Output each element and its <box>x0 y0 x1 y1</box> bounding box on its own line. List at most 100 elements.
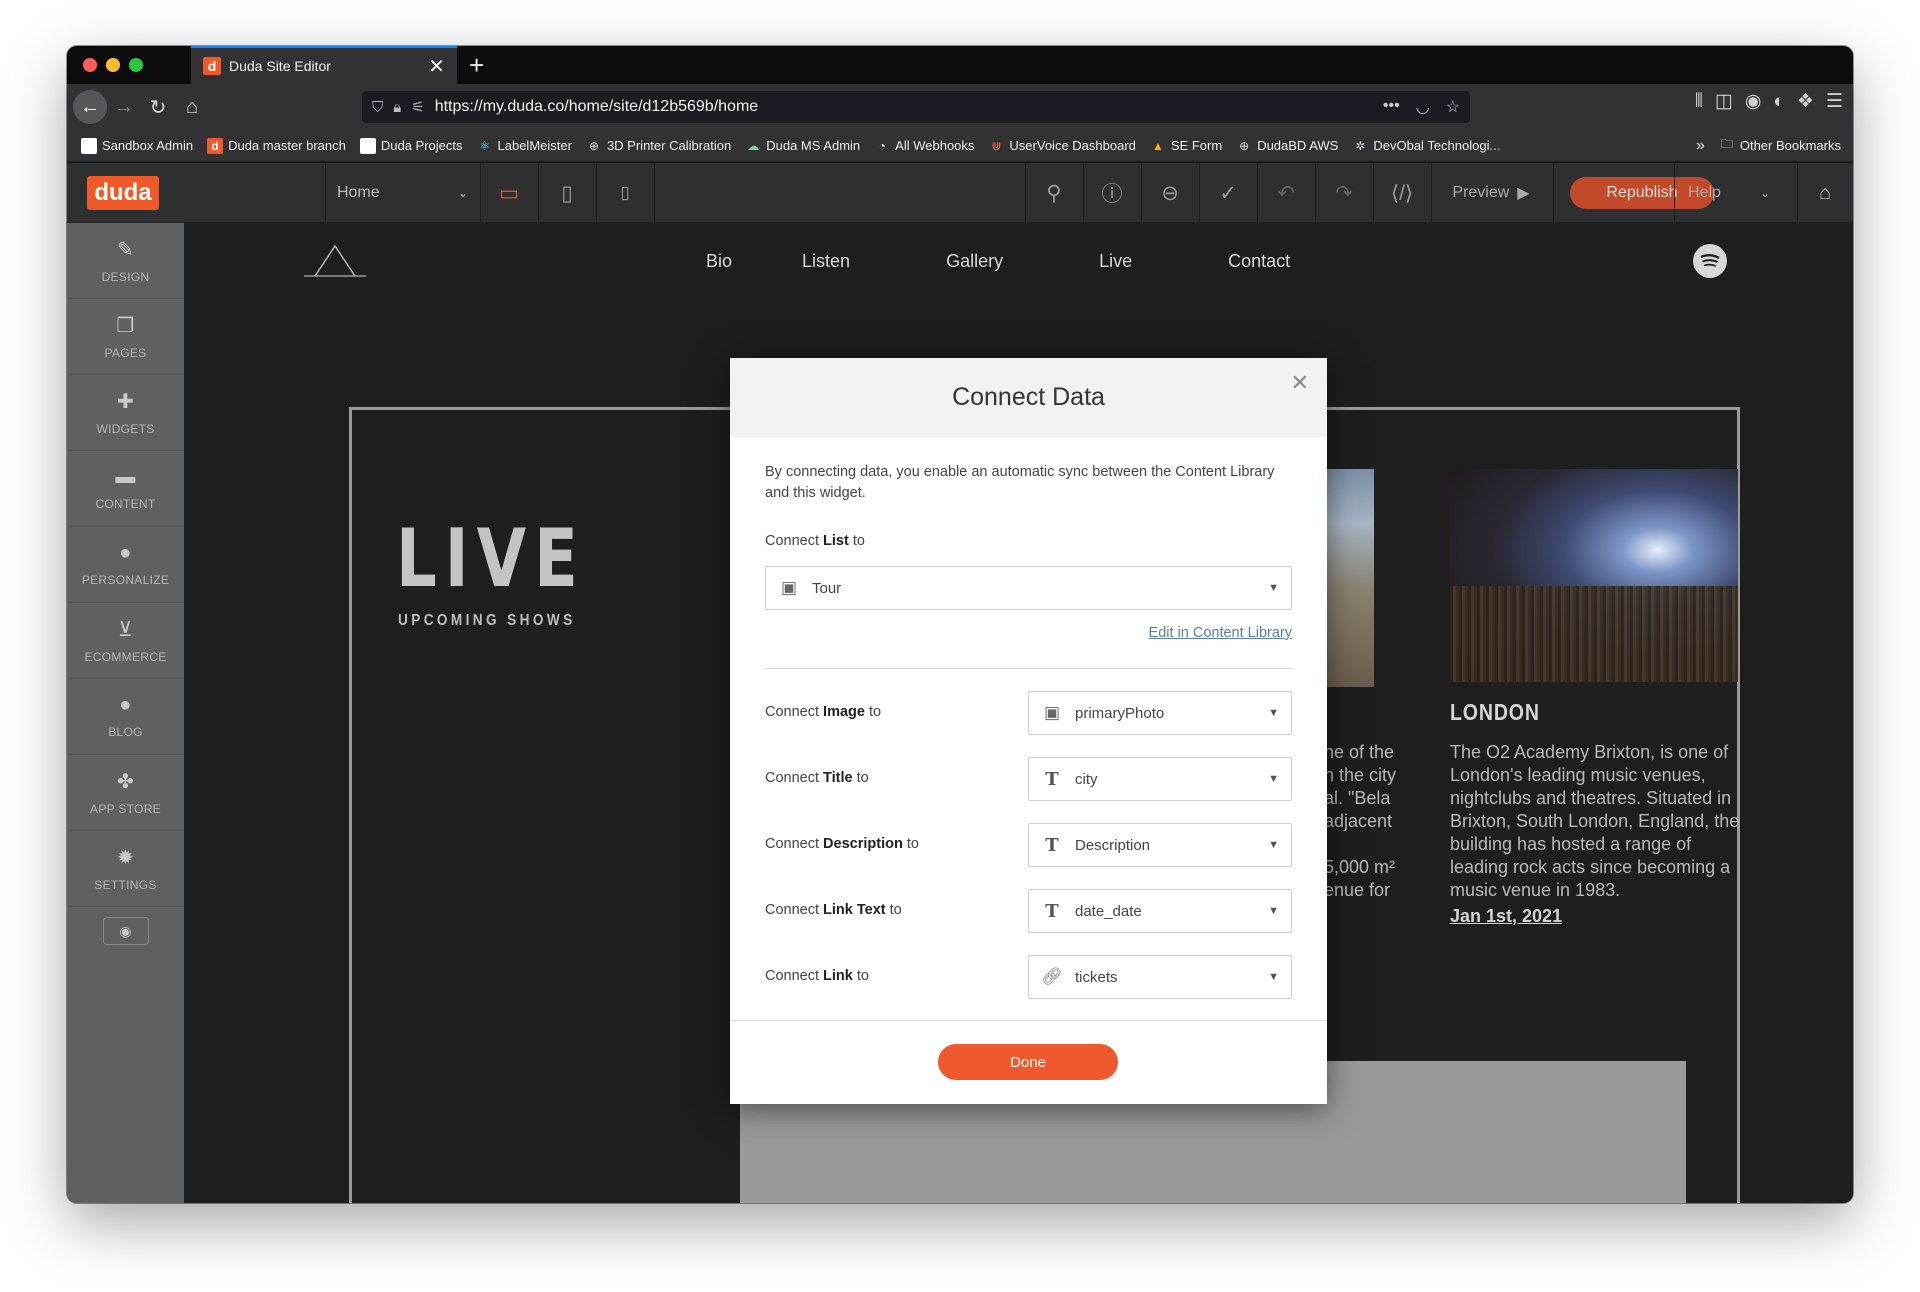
search-icon[interactable]: ⚲ <box>1025 163 1083 223</box>
done-button[interactable]: Done <box>938 1044 1118 1080</box>
mobile-view-icon[interactable]: ▯ <box>596 163 654 223</box>
chevron-down-icon: ▼ <box>1268 707 1279 719</box>
close-icon[interactable]: ✕ <box>1291 370 1309 396</box>
pocket-icon[interactable]: ◡ <box>1416 97 1430 117</box>
preview-label: Preview <box>1452 184 1510 201</box>
bookmark-star-icon[interactable]: ☆ <box>1446 97 1460 117</box>
sidebar-item-pages[interactable]: ❐ PAGES <box>67 299 184 375</box>
back-button[interactable]: ← <box>73 90 107 124</box>
more-icon[interactable]: ••• <box>1383 97 1400 117</box>
connect-title-select[interactable]: T city ▼ <box>1028 757 1292 801</box>
redo-icon[interactable]: ↷ <box>1315 163 1373 223</box>
site-nav-contact[interactable]: Contact <box>1228 251 1290 272</box>
window-controls <box>83 58 143 72</box>
sidebar-item-app-store[interactable]: ✤ APP STORE <box>67 755 184 831</box>
checkmark-icon[interactable]: ✓ <box>1199 163 1257 223</box>
bookmark-item[interactable]: ▲ SE Form <box>1150 138 1222 154</box>
bookmark-item[interactable]: ⊕ 3D Printer Calibration <box>586 138 731 154</box>
bookmark-item[interactable]: d Duda master branch <box>207 137 346 154</box>
shield-icon[interactable]: ⛉ <box>372 99 383 116</box>
connect-image-select[interactable]: ▣ primaryPhoto ▼ <box>1028 691 1292 735</box>
bookmark-item[interactable]: Sandbox Admin <box>81 137 193 154</box>
home-button[interactable]: ⌂ <box>175 90 209 124</box>
sidebar-item-content[interactable]: ▬ CONTENT <box>67 451 184 527</box>
bookmark-item[interactable]: ⊕ DudaBD AWS <box>1236 138 1338 154</box>
site-nav-bio[interactable]: Bio <box>706 251 732 272</box>
chevron-down-icon: ⌄ <box>1759 186 1770 200</box>
undo-icon[interactable]: ↶ <box>1257 163 1315 223</box>
sidebar-item-personalize[interactable]: ● PERSONALIZE <box>67 527 184 603</box>
bookmark-label: Duda Projects <box>380 138 463 153</box>
duda-logo[interactable]: duda <box>87 176 159 210</box>
forward-button[interactable]: → <box>107 90 141 124</box>
page-selector[interactable]: Home ⌄ <box>325 163 480 223</box>
extension-icon[interactable]: ◐ <box>1773 91 1784 113</box>
sidebar-item-ecommerce[interactable]: ⊻ ECOMMERCE <box>67 603 184 679</box>
minimize-window-button[interactable] <box>106 58 120 72</box>
bookmark-item[interactable]: Duda Projects <box>359 137 463 154</box>
text-icon: T <box>1045 834 1059 856</box>
permissions-icon[interactable]: ⚟ <box>411 98 424 116</box>
bookmark-label: Duda master branch <box>228 138 346 153</box>
sidebar-item-settings[interactable]: ✹ SETTINGS <box>67 831 184 907</box>
site-nav-live[interactable]: Live <box>1099 251 1132 272</box>
browser-tab[interactable]: d Duda Site Editor ✕ <box>191 46 457 84</box>
code-icon[interactable]: ⟨/⟩ <box>1373 163 1431 223</box>
close-window-button[interactable] <box>83 58 97 72</box>
info-icon[interactable]: ⓘ <box>1083 163 1141 223</box>
url-bar[interactable]: ⛉ 🔒︎ ⚟ https://my.duda.co/home/site/d12b… <box>362 91 1470 123</box>
site-nav-gallery[interactable]: Gallery <box>946 251 1003 272</box>
bookmark-item[interactable]: ⋓ UserVoice Dashboard <box>988 138 1136 154</box>
edit-in-content-library-link[interactable]: Edit in Content Library <box>1149 625 1292 641</box>
account-icon[interactable]: ◉ <box>1745 90 1762 113</box>
chat-icon: ● <box>119 694 132 716</box>
bookmark-item[interactable]: ◔ All Webhooks <box>874 138 975 154</box>
close-tab-icon[interactable]: ✕ <box>428 54 445 79</box>
dashboard-home-icon[interactable]: ⌂ <box>1797 163 1853 223</box>
other-bookmarks[interactable]: 🗀︎ Other Bookmarks <box>1719 137 1841 154</box>
help-dropdown[interactable]: Help ⌄ <box>1674 163 1784 223</box>
site-nav-listen[interactable]: Listen <box>802 251 850 272</box>
eye-toggle-icon[interactable]: ◉ <box>102 917 149 945</box>
bookmark-label: DudaBD AWS <box>1257 138 1339 153</box>
text-line: al. "Bela <box>1324 788 1391 808</box>
reload-button[interactable]: ↻ <box>141 90 175 124</box>
desktop-view-icon[interactable]: ▭ <box>480 163 538 223</box>
more-bookmarks-icon[interactable]: » <box>1696 137 1705 155</box>
label-bold: Description <box>823 836 903 852</box>
connect-list-select[interactable]: ▣ Tour ▼ <box>765 566 1292 610</box>
connect-description-select[interactable]: T Description ▼ <box>1028 823 1292 867</box>
duda-icon: d <box>207 137 224 154</box>
sidebar-item-label: DESIGN <box>101 270 150 284</box>
extensions-icon[interactable]: ❖ <box>1797 90 1814 113</box>
site-logo-icon[interactable] <box>304 243 366 281</box>
sidebar-item-widgets[interactable]: ✚ WIDGETS <box>67 375 184 451</box>
bookmark-item[interactable]: ☁ Duda MS Admin <box>745 138 860 154</box>
preview-button[interactable]: Preview ▶ <box>1431 163 1551 223</box>
tablet-view-icon[interactable]: ▯ <box>538 163 596 223</box>
react-icon: ⚛ <box>479 138 490 153</box>
connect-link-text-select[interactable]: T date_date ▼ <box>1028 889 1292 933</box>
sidebar-item-design[interactable]: ✎ DESIGN <box>67 223 184 299</box>
menu-icon[interactable]: ☰ <box>1826 90 1843 113</box>
connect-description-label: Connect Description to <box>765 836 919 852</box>
connect-title-label: Connect Title to <box>765 770 869 786</box>
maximize-window-button[interactable] <box>129 58 143 72</box>
library-icon[interactable]: ⫴ <box>1695 91 1703 113</box>
bookmark-item[interactable]: ✲ DevObal Technologi... <box>1352 138 1500 154</box>
spotify-icon[interactable] <box>1693 244 1727 278</box>
card-date-link[interactable]: Jan 1st, 2021 <box>1450 906 1562 927</box>
sidebar-item-label: PERSONALIZE <box>81 573 170 587</box>
show-image-london[interactable] <box>1450 469 1738 682</box>
label-bold: Image <box>823 704 865 720</box>
connect-link-select[interactable]: 🔗︎ tickets ▼ <box>1028 955 1292 999</box>
bookmark-item[interactable]: ⚛ LabelMeister <box>477 138 572 154</box>
lock-icon[interactable]: 🔒︎ <box>393 99 401 116</box>
middle-card-text: ne of the n the city al. "Bela adjacent … <box>1324 741 1414 902</box>
new-tab-button[interactable]: + <box>469 50 484 81</box>
brush-icon: ✎ <box>116 239 135 261</box>
comments-icon[interactable]: ⊖ <box>1141 163 1199 223</box>
sidebar-icon[interactable]: ◫ <box>1715 90 1733 113</box>
url-text[interactable]: https://my.duda.co/home/site/d12b569b/ho… <box>435 98 758 116</box>
sidebar-item-blog[interactable]: ● BLOG <box>67 679 184 755</box>
